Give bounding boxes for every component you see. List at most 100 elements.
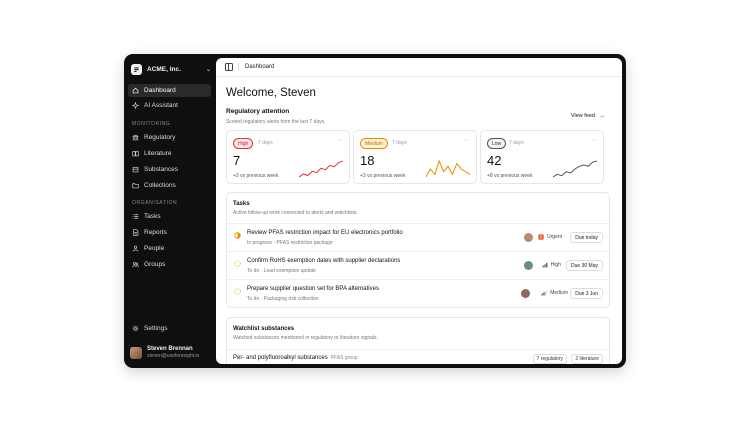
tasks-panel: Tasks Active follow-up work connected to… xyxy=(226,192,610,308)
task-row[interactable]: Prepare supplier question set for BPA al… xyxy=(227,279,609,307)
chevron-down-icon: ⌄ xyxy=(205,66,211,73)
priority-text: Medium xyxy=(550,290,568,296)
sidebar-item-label: People xyxy=(144,245,165,252)
regulatory-count-tag: 7 regulatory xyxy=(532,354,567,364)
due-badge: Due 3 Jun xyxy=(570,288,603,299)
due-badge: Due 30 May xyxy=(566,260,603,271)
section-monitoring: MONITORING xyxy=(132,121,171,127)
period-label: 7 days xyxy=(509,139,524,146)
sidebar-item-label: Reports xyxy=(144,229,167,236)
sidebar-toggle-icon[interactable] xyxy=(225,63,233,71)
alert-card-medium[interactable]: Medium 7 days → 18 +3 vs previous week xyxy=(353,130,477,184)
task-meta: To do · Lead exemption update xyxy=(247,268,316,274)
list-icon xyxy=(132,213,139,220)
period-label: 7 days xyxy=(258,139,273,146)
period-label: 7 days xyxy=(392,139,407,146)
arrow-up-right-icon: → xyxy=(590,137,596,143)
sparkle-icon xyxy=(132,102,139,109)
page-title: Welcome, Steven xyxy=(226,87,316,99)
sidebar-item-label: Groups xyxy=(144,261,166,268)
sparkline xyxy=(553,160,597,178)
org-name: ACME, Inc. xyxy=(147,65,181,73)
sidebar-item-label: AI Assistant xyxy=(144,102,178,109)
sidebar-item-label: Tasks xyxy=(144,213,161,220)
watchlist-panel: Watchlist substances Watched substances … xyxy=(226,317,610,364)
sidebar-item-dashboard[interactable]: Dashboard xyxy=(128,84,211,97)
priority-text: High xyxy=(550,262,561,268)
sparkline xyxy=(299,160,343,178)
user-name: Steven Brennan xyxy=(147,346,193,352)
signal-medium-icon xyxy=(541,290,547,296)
status-in-progress-icon xyxy=(234,232,241,239)
sidebar-item-label: Substances xyxy=(144,166,178,173)
regulatory-attention-title: Regulatory attention xyxy=(226,108,290,115)
view-feed-link[interactable]: View feed → xyxy=(571,113,605,119)
sidebar-item-reports[interactable]: Reports xyxy=(128,226,211,239)
sparkline-line xyxy=(426,159,470,178)
watchlist-subtitle: Watched substances mentioned in regulato… xyxy=(233,335,378,341)
sidebar-item-collections[interactable]: Collections xyxy=(128,179,211,192)
folder-icon xyxy=(132,182,139,189)
home-icon xyxy=(132,87,139,94)
sidebar-item-settings[interactable]: Settings xyxy=(128,322,211,335)
signal-high-icon xyxy=(542,262,548,268)
topbar: Dashboard xyxy=(216,58,622,77)
users-icon xyxy=(132,261,139,268)
priority-label: Urgent xyxy=(538,234,562,240)
alert-delta: +8 vs previous week xyxy=(487,173,533,179)
substance-name-text: Per- and polyfluoroalkyl substances xyxy=(233,355,328,361)
alert-delta: +3 vs previous week xyxy=(360,173,406,179)
sidebar-item-ai-assistant[interactable]: AI Assistant xyxy=(128,99,211,112)
task-title: Confirm RoHS exemption dates with suppli… xyxy=(247,258,401,264)
user-profile[interactable]: Steven Brennan steven@useforesight.io xyxy=(130,346,199,359)
sidebar-item-tasks[interactable]: Tasks xyxy=(128,210,211,223)
user-email: steven@useforesight.io xyxy=(147,353,200,359)
alert-card-low[interactable]: Low 7 days → 42 +8 vs previous week xyxy=(480,130,604,184)
status-todo-icon xyxy=(234,288,241,295)
task-title: Prepare supplier question set for BPA al… xyxy=(247,286,379,292)
sparkline-line xyxy=(553,160,597,178)
watchlist-title: Watchlist substances xyxy=(233,326,295,332)
landmark-icon xyxy=(132,134,139,141)
literature-count-tag: 2 literature xyxy=(571,354,603,364)
severity-badge: Medium xyxy=(360,138,388,149)
alert-count: 7 xyxy=(233,153,241,168)
app-window: ACME, Inc. ⌄ Dashboard AI Assistant MONI… xyxy=(124,54,626,368)
task-meta: In progress · PFAS restriction package xyxy=(247,240,333,246)
task-row[interactable]: Confirm RoHS exemption dates with suppli… xyxy=(227,251,609,279)
substance-group: PFAS group xyxy=(330,355,358,361)
priority-text: Urgent xyxy=(546,234,562,240)
avatar xyxy=(130,346,142,359)
severity-badge: High xyxy=(233,138,254,149)
substance-name: Per- and polyfluoroalkyl substances PFAS … xyxy=(233,355,358,361)
assignee-avatar xyxy=(524,233,533,242)
org-switcher[interactable]: ACME, Inc. ⌄ xyxy=(131,62,211,76)
status-todo-icon xyxy=(234,260,241,267)
main-content: Dashboard Welcome, Steven Regulatory att… xyxy=(216,58,622,364)
sidebar-item-regulatory[interactable]: Regulatory xyxy=(128,131,211,144)
alert-count: 18 xyxy=(360,153,375,168)
sidebar-item-label: Literature xyxy=(144,150,172,157)
sidebar: ACME, Inc. ⌄ Dashboard AI Assistant MONI… xyxy=(124,54,216,368)
sidebar-item-label: Settings xyxy=(144,325,168,332)
sparkline-line xyxy=(299,160,343,178)
arrow-up-right-icon: → xyxy=(336,137,342,143)
severity-badge: Low xyxy=(487,138,507,149)
regulatory-attention-subtitle: Scored regulatory alerts from the last 7… xyxy=(226,119,326,125)
sparkline xyxy=(426,159,470,178)
task-row[interactable]: Review PFAS restriction impact for EU el… xyxy=(227,223,609,251)
assignee-avatar xyxy=(524,261,533,270)
urgent-icon xyxy=(538,234,544,240)
alert-card-high[interactable]: High 7 days → 7 +3 vs previous week xyxy=(226,130,350,184)
user-icon xyxy=(132,245,139,252)
watchlist-row[interactable]: Per- and polyfluoroalkyl substances PFAS … xyxy=(227,349,609,364)
breadcrumb: Dashboard xyxy=(245,64,275,70)
sidebar-item-label: Regulatory xyxy=(144,134,176,141)
sidebar-item-people[interactable]: People xyxy=(128,242,211,255)
sidebar-item-groups[interactable]: Groups xyxy=(128,258,211,271)
alert-delta: +3 vs previous week xyxy=(233,173,279,179)
flask-icon xyxy=(132,166,139,173)
book-icon xyxy=(132,150,139,157)
sidebar-item-substances[interactable]: Substances xyxy=(128,163,211,176)
sidebar-item-literature[interactable]: Literature xyxy=(128,147,211,160)
